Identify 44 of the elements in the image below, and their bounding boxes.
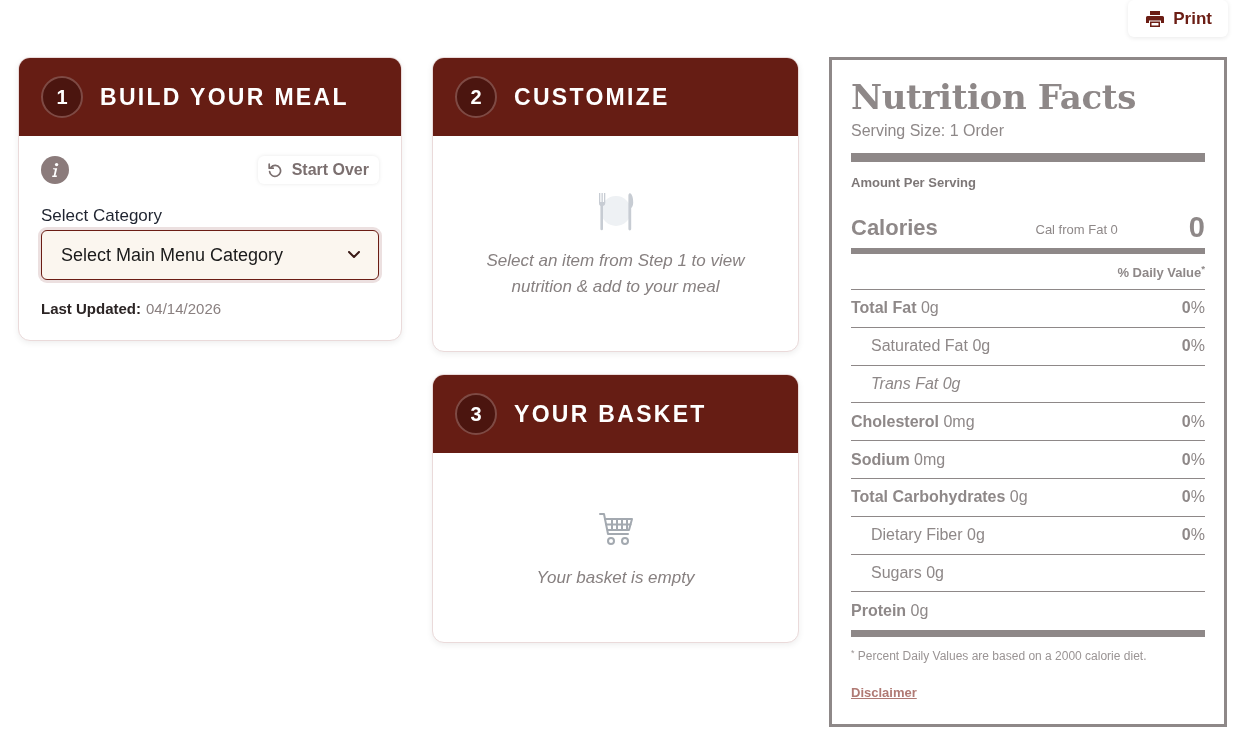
start-over-button[interactable]: Start Over xyxy=(257,156,379,184)
daily-value-percent: 0% xyxy=(1181,525,1205,546)
nutrient-label: Total Carbohydrates 0g xyxy=(851,487,1028,508)
daily-value-percent: 0% xyxy=(1181,298,1205,319)
rotate-left-icon xyxy=(267,162,282,178)
nutrient-label: Trans Fat 0g xyxy=(870,374,961,394)
empty-state-message: Select an item from Step 1 to view nutrition & add to your meal xyxy=(485,250,747,298)
footnote: $^{*}$ Percent Daily Values are based on a 2000 calorie diet. xyxy=(851,647,1148,666)
amount-per-serving: Amount Per Serving xyxy=(851,175,977,191)
calories-label: Calories xyxy=(851,214,938,242)
cal-from-fat: Cal from Fat 0 xyxy=(1035,221,1118,239)
daily-value-percent: 0% xyxy=(1181,487,1205,508)
last-updated-label: Last Updated: xyxy=(41,299,141,319)
daily-value-header: % Daily Value$^{*}$ xyxy=(1117,262,1205,282)
step-title: YOUR BASKET xyxy=(514,399,707,429)
daily-value-percent: 0% xyxy=(1181,449,1205,470)
nutrient-label: Saturated Fat 0g xyxy=(870,336,991,357)
info-icon[interactable] xyxy=(41,156,69,184)
shopping-cart-icon xyxy=(598,512,633,546)
last-updated-date: 04/14/2026 xyxy=(146,299,222,319)
fork-knife-plate-icon xyxy=(596,191,635,231)
serving-size: Serving Size: 1 Order xyxy=(851,121,1005,141)
step-number: 3 xyxy=(455,393,497,435)
field-label: Select Category xyxy=(41,206,163,226)
calories-value: 0 xyxy=(1188,211,1205,243)
step-number: 1 xyxy=(41,76,83,118)
nutrient-label: Sugars 0g xyxy=(870,562,944,583)
disclaimer-link[interactable]: Disclaimer xyxy=(851,683,917,703)
empty-state-message: Your basket is empty xyxy=(535,567,696,589)
daily-value-percent: 0% xyxy=(1181,411,1205,432)
nutrient-label: Cholesterol 0mg xyxy=(851,411,975,432)
step-number: 2 xyxy=(455,76,497,118)
nutrient-label: Dietary Fiber 0g xyxy=(870,525,985,546)
printer-icon xyxy=(1146,10,1165,27)
step-title: CUSTOMIZE xyxy=(514,82,670,112)
nutrient-label: Total Fat 0g xyxy=(851,298,939,319)
chevron-down-icon xyxy=(348,251,360,259)
category-select[interactable]: Select Main Menu Category xyxy=(41,230,379,280)
nutrient-label: Sodium 0mg xyxy=(851,449,946,470)
nutrient-label: Protein 0g xyxy=(851,601,929,622)
nutrition-title: Nutrition Facts xyxy=(851,77,1137,117)
step-title: BUILD YOUR MEAL xyxy=(100,82,349,112)
daily-value-percent: 0% xyxy=(1181,336,1205,357)
print-button[interactable]: Print xyxy=(1128,0,1228,37)
